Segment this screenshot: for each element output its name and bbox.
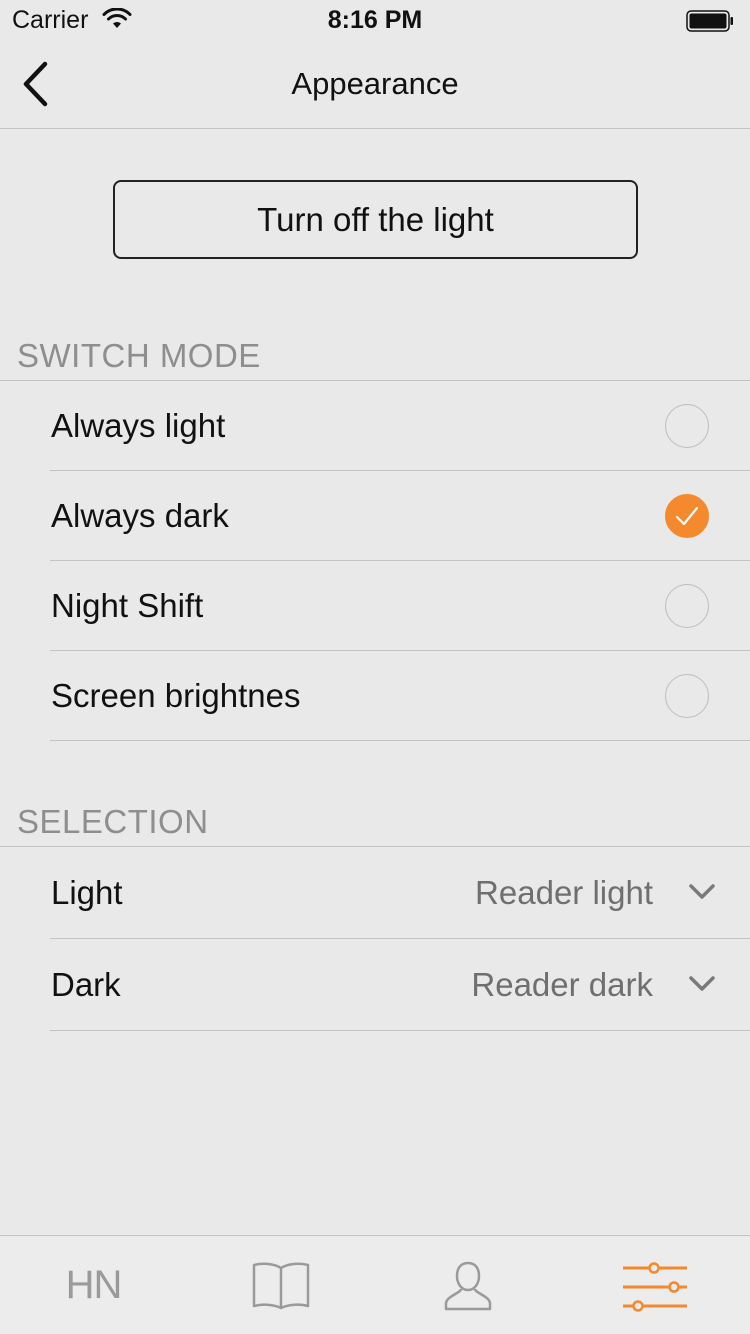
chevron-down-icon: [689, 976, 715, 991]
status-time: 8:16 PM: [327, 6, 423, 34]
navigation-bar: Appearance: [0, 40, 750, 129]
chevron-down-icon: [689, 884, 715, 899]
mode-option-label: Always dark: [51, 497, 229, 534]
turn-off-light-button[interactable]: Turn off the light: [113, 180, 638, 259]
tab-profile[interactable]: [374, 1236, 561, 1334]
mode-option-label: Always light: [51, 407, 226, 444]
mode-option-label: Night Shift: [51, 587, 204, 624]
hn-text-icon: HN: [65, 1263, 123, 1307]
battery-icon: [686, 10, 733, 32]
checkmark-icon: [675, 506, 699, 526]
selection-value: Reader light: [475, 874, 653, 911]
row-divider: [50, 1030, 750, 1031]
radio-unchecked-icon[interactable]: [665, 674, 709, 718]
tab-settings[interactable]: [561, 1236, 748, 1334]
book-icon: [252, 1262, 309, 1309]
selection-row-dark[interactable]: Dark Reader dark: [0, 939, 750, 1031]
radio-unchecked-icon[interactable]: [665, 404, 709, 448]
mode-option-always-light[interactable]: Always light: [0, 381, 750, 471]
user-icon: [444, 1261, 491, 1310]
tab-bar: HN: [0, 1235, 750, 1334]
mode-option-night-shift[interactable]: Night Shift: [0, 561, 750, 651]
mode-option-screen-brightness[interactable]: Screen brightnes: [0, 651, 750, 741]
selection-header: SELECTION: [17, 803, 209, 840]
selection-value: Reader dark: [471, 966, 653, 1003]
switch-mode-header: SWITCH MODE: [17, 337, 261, 374]
selection-label: Light: [51, 874, 123, 911]
radio-checked-icon[interactable]: [665, 494, 709, 538]
mode-option-always-dark[interactable]: Always dark: [0, 471, 750, 561]
tab-reader[interactable]: [187, 1236, 374, 1334]
appearance-screen: Carrier 8:16 PM Appearance Turn off the …: [0, 0, 750, 1334]
selection-row-light[interactable]: Light Reader light: [0, 847, 750, 939]
radio-unchecked-icon[interactable]: [665, 584, 709, 628]
mode-option-label: Screen brightnes: [51, 677, 301, 714]
tab-hn[interactable]: HN: [0, 1236, 187, 1334]
sliders-icon: [622, 1261, 687, 1312]
selection-label: Dark: [51, 966, 121, 1003]
status-bar: Carrier 8:16 PM: [0, 0, 750, 40]
page-title: Appearance: [291, 66, 459, 101]
row-divider: [50, 740, 750, 741]
